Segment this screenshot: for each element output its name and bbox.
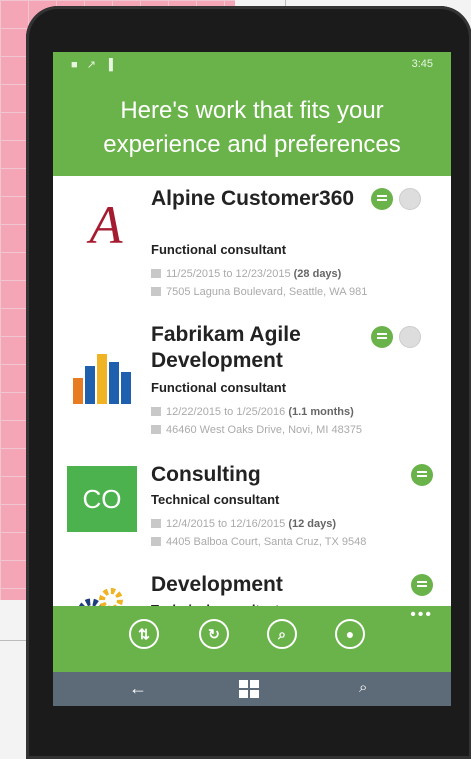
list-item[interactable]: Development Technical consultant <box>53 572 451 606</box>
calendar-icon <box>151 269 161 278</box>
item-address: 4405 Balboa Court, Santa Cruz, TX 9548 <box>151 536 366 548</box>
list-item[interactable]: Fabrikam Agile Development Functional co… <box>53 322 451 456</box>
consulting-logo: CO <box>67 466 137 532</box>
nav-bar: ← ⌕ <box>53 672 451 706</box>
fabrikam-logo-icon <box>69 338 143 412</box>
profile-icon[interactable] <box>399 188 421 210</box>
item-role: Functional consultant <box>151 380 287 395</box>
calendar-icon <box>151 519 161 528</box>
status-time: 3:45 <box>411 58 433 70</box>
development-gears-icon <box>69 582 143 606</box>
list-icon[interactable] <box>411 574 433 596</box>
app-bar: ⇅ ↻ ⌕ ● ••• <box>53 606 451 672</box>
item-title: Development <box>151 573 283 596</box>
refresh-button[interactable]: ↻ <box>199 619 229 649</box>
more-button[interactable]: ••• <box>410 606 433 624</box>
person-icon <box>151 425 161 434</box>
phone-screen: ■ ↗ ▐ 3:45 Here's work that fits your ex… <box>53 52 451 706</box>
profile-icon[interactable] <box>399 326 421 348</box>
job-list[interactable]: A Alpine Customer360 Functional consulta… <box>53 176 451 606</box>
item-dates: 11/25/2015 to 12/23/2015 (28 days) <box>151 268 341 280</box>
item-address: 46460 West Oaks Drive, Novi, MI 48375 <box>151 424 362 436</box>
item-address: 7505 Laguna Boulevard, Seattle, WA 981 <box>151 286 367 298</box>
list-icon[interactable] <box>411 464 433 486</box>
item-dates: 12/22/2015 to 1/25/2016 (1.1 months) <box>151 406 354 418</box>
status-bar: ■ ↗ ▐ 3:45 <box>53 52 451 76</box>
profile-button[interactable]: ● <box>335 619 365 649</box>
sync-button[interactable]: ⇅ <box>129 619 159 649</box>
list-icon[interactable] <box>371 326 393 348</box>
alpine-logo-icon: A <box>69 188 143 262</box>
back-arrow-icon[interactable]: ← <box>129 678 147 699</box>
list-item[interactable]: A Alpine Customer360 Functional consulta… <box>53 186 451 316</box>
item-title: Alpine Customer360 <box>151 187 355 210</box>
person-icon <box>151 287 161 296</box>
item-title: Fabrikam Agile Development <box>151 323 301 372</box>
item-role: Technical consultant <box>151 492 280 507</box>
status-icons: ■ ↗ ▐ <box>71 59 116 71</box>
list-icon[interactable] <box>371 188 393 210</box>
item-title: Consulting <box>151 463 261 486</box>
search-button[interactable]: ⌕ <box>267 619 297 649</box>
item-dates: 12/4/2015 to 12/16/2015 (12 days) <box>151 518 336 530</box>
person-icon <box>151 537 161 546</box>
item-role: Functional consultant <box>151 242 287 257</box>
calendar-icon <box>151 407 161 416</box>
svg-text:A: A <box>87 195 124 255</box>
page-title: Here's work that fits your experience an… <box>103 97 401 158</box>
search-icon[interactable]: ⌕ <box>359 679 367 696</box>
windows-start-icon[interactable] <box>239 680 259 698</box>
list-item[interactable]: CO Consulting Technical consultant 12/4/… <box>53 462 451 570</box>
